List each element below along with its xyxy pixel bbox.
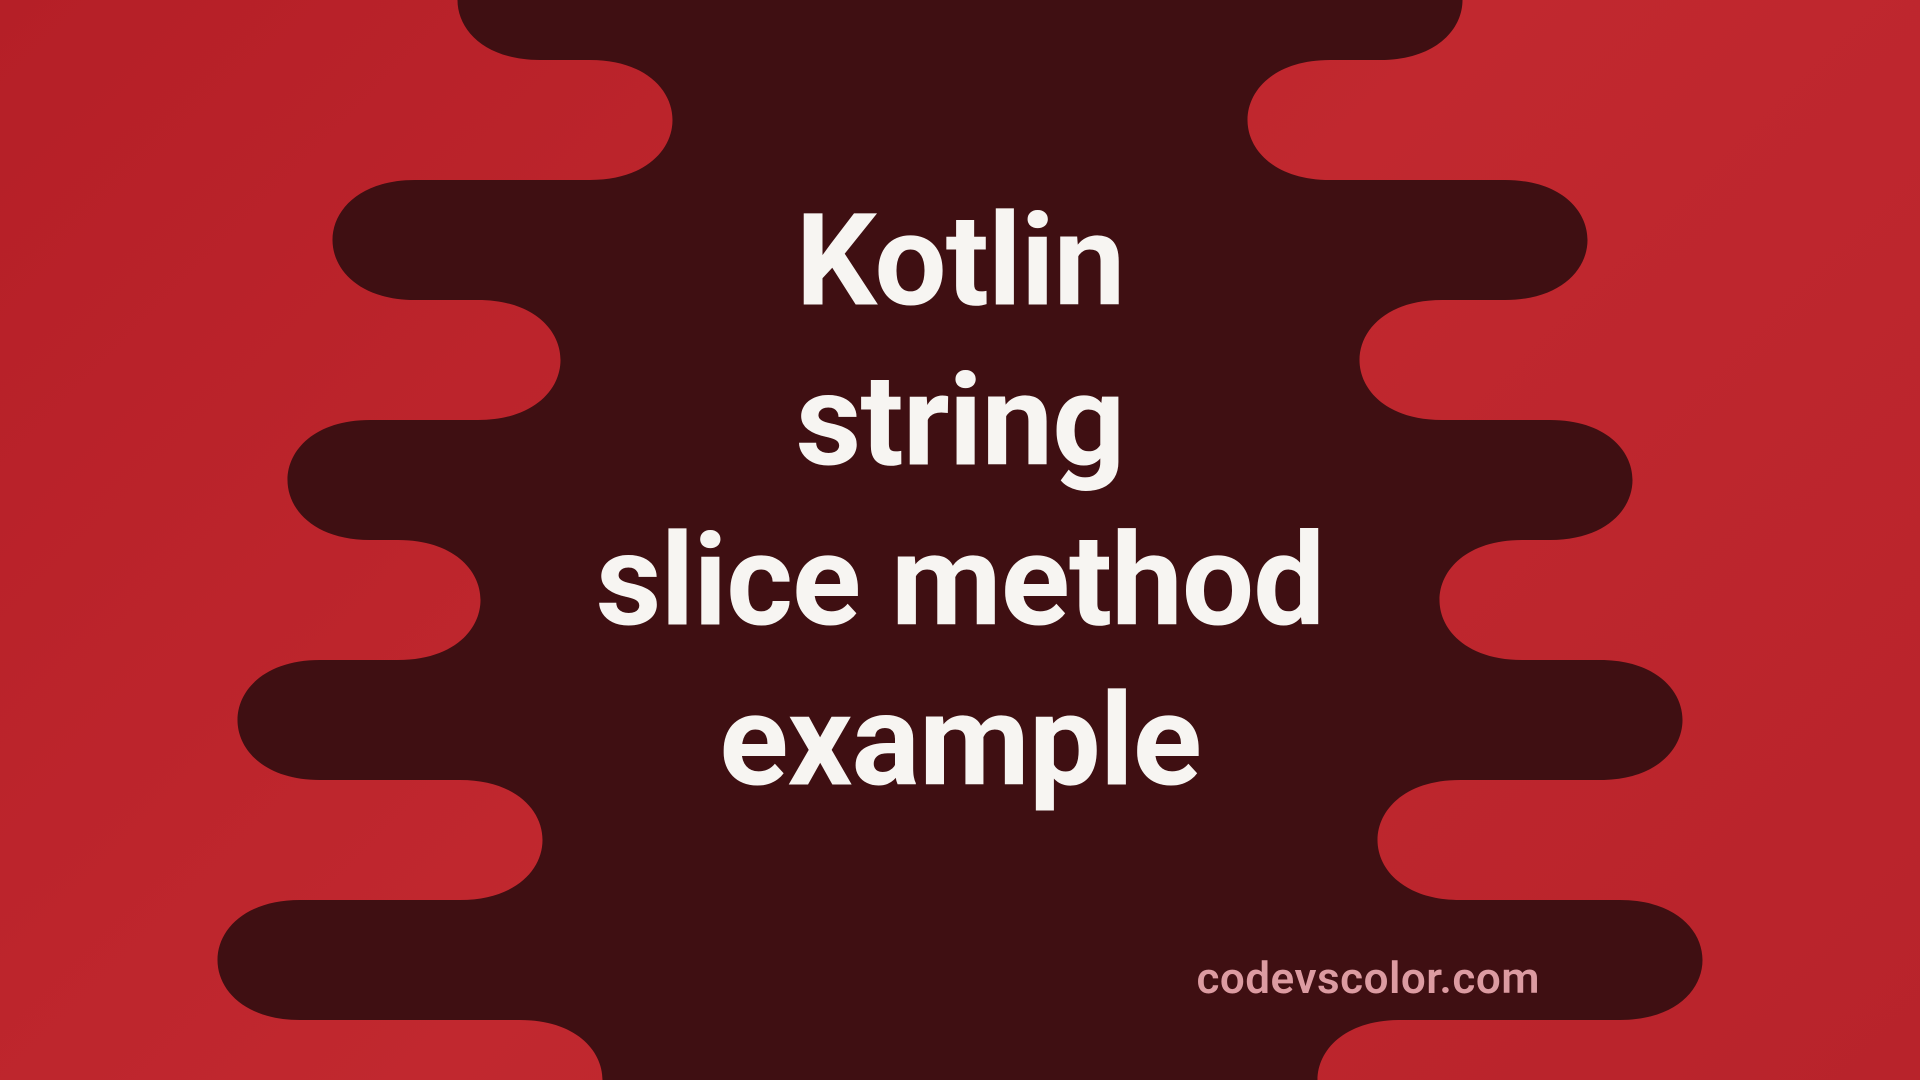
title-line-4: example	[596, 662, 1324, 822]
title-line-3: slice method	[596, 502, 1324, 662]
title-line-2: string	[596, 342, 1324, 502]
title-line-1: Kotlin	[596, 182, 1324, 342]
watermark: codevscolor.com	[1196, 952, 1540, 1004]
title-block: Kotlin string slice method example	[596, 182, 1324, 822]
